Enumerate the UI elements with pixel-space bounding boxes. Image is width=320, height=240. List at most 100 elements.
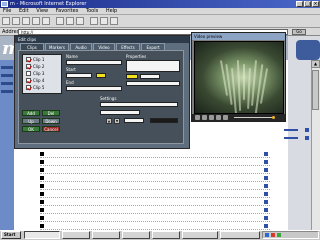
play-icon[interactable] (195, 115, 200, 120)
clip-checkbox[interactable] (26, 85, 31, 90)
up-button[interactable]: Up (22, 118, 40, 124)
clip-checkbox[interactable] (26, 78, 31, 83)
video-frame[interactable] (194, 41, 284, 114)
fast-forward-icon[interactable] (223, 115, 228, 120)
name-label: Name (66, 54, 78, 59)
clip-item[interactable]: Clip 4 (25, 77, 61, 84)
download-icon[interactable] (264, 152, 268, 156)
taskbar-item[interactable] (24, 231, 60, 239)
download-icon[interactable] (264, 208, 268, 212)
properties-extra-field[interactable] (126, 81, 180, 86)
sidebar-banner[interactable] (296, 40, 320, 60)
down-button[interactable]: Down (42, 118, 60, 124)
settings-field-c[interactable] (150, 118, 178, 123)
stepper-down-icon[interactable]: ▼ (114, 118, 120, 124)
menu-edit[interactable]: Edit (19, 8, 29, 14)
bullet-icon (40, 208, 44, 212)
scroll-up-icon[interactable]: ▲ (311, 60, 320, 68)
tab-export[interactable]: Export (141, 43, 165, 50)
nav-item[interactable] (1, 82, 13, 85)
delete-button[interactable]: Del (42, 110, 60, 116)
start-button[interactable]: Start (1, 231, 21, 239)
start-marker[interactable] (96, 73, 106, 78)
video-seek-knob[interactable] (272, 116, 275, 119)
forward-icon[interactable] (12, 17, 20, 25)
close-button[interactable]: × (312, 1, 319, 7)
download-icon[interactable] (264, 216, 268, 220)
refresh-icon[interactable] (32, 17, 40, 25)
taskbar-item[interactable] (62, 231, 90, 239)
antivirus-icon[interactable] (271, 233, 275, 237)
taskbar-item[interactable] (152, 231, 180, 239)
bullet-icon (40, 176, 44, 180)
go-button[interactable]: Go (292, 29, 306, 35)
download-icon[interactable] (264, 184, 268, 188)
menu-tools[interactable]: Tools (86, 8, 98, 14)
clip-item[interactable]: Clip 3 (25, 70, 61, 77)
maximize-button[interactable]: □ (304, 1, 311, 7)
taskbar-item[interactable] (182, 231, 218, 239)
properties-input[interactable] (126, 60, 180, 72)
ok-button[interactable]: OK (22, 126, 40, 132)
download-icon[interactable] (264, 224, 268, 228)
download-icon[interactable] (264, 160, 268, 164)
properties-value-field[interactable] (140, 74, 160, 79)
search-icon[interactable] (56, 17, 64, 25)
tab-video[interactable]: Video (93, 43, 115, 50)
volume-icon[interactable] (277, 233, 281, 237)
menu-view[interactable]: View (36, 8, 48, 14)
pause-icon[interactable] (202, 115, 207, 120)
cancel-button[interactable]: Cancel (42, 126, 60, 132)
download-icon[interactable] (264, 168, 268, 172)
settings-field-a[interactable] (100, 110, 140, 115)
nav-item[interactable] (1, 74, 13, 77)
video-seek-slider[interactable] (234, 117, 274, 118)
rewind-icon[interactable] (216, 115, 221, 120)
stepper-up-icon[interactable]: ▲ (106, 118, 112, 124)
clip-editor-title: Edit clips (15, 36, 189, 43)
nav-item[interactable] (1, 66, 13, 69)
bullet-icon (40, 168, 44, 172)
clip-item[interactable]: Clip 2 (25, 63, 61, 70)
start-input[interactable] (66, 73, 92, 78)
taskbar-item[interactable] (220, 231, 260, 239)
clip-checkbox[interactable] (26, 57, 31, 62)
clip-checkbox[interactable] (26, 64, 31, 69)
taskbar-item[interactable] (92, 231, 120, 239)
download-icon[interactable] (264, 192, 268, 196)
nav-item[interactable] (1, 90, 13, 93)
clip-checkbox[interactable] (26, 71, 31, 76)
favorites-icon[interactable] (66, 17, 74, 25)
properties-marker[interactable] (126, 74, 138, 79)
settings-field-b[interactable] (124, 118, 144, 123)
network-icon[interactable] (265, 233, 269, 237)
add-button[interactable]: Add (22, 110, 40, 116)
stop-icon[interactable] (209, 115, 214, 120)
print-icon[interactable] (100, 17, 108, 25)
end-input[interactable] (66, 86, 122, 91)
left-nav (0, 60, 14, 230)
tab-clips[interactable]: Clips (20, 43, 44, 50)
mail-icon[interactable] (90, 17, 98, 25)
settings-input[interactable] (100, 102, 178, 107)
back-icon[interactable] (2, 17, 10, 25)
menu-file[interactable]: File (3, 8, 11, 14)
edit-icon[interactable] (110, 17, 118, 25)
scroll-thumb[interactable] (312, 70, 319, 110)
tab-markers[interactable]: Markers (45, 43, 69, 50)
video-strand (230, 68, 238, 113)
menu-help[interactable]: Help (106, 8, 117, 14)
taskbar-item[interactable] (122, 231, 150, 239)
download-icon[interactable] (264, 176, 268, 180)
tab-audio[interactable]: Audio (70, 43, 92, 50)
stop-icon[interactable] (22, 17, 30, 25)
name-input[interactable] (66, 60, 122, 65)
clip-item[interactable]: Clip 5 (25, 84, 61, 91)
clip-item[interactable]: Clip 1 (25, 56, 61, 63)
menu-favorites[interactable]: Favorites (56, 8, 79, 14)
download-icon[interactable] (264, 200, 268, 204)
history-icon[interactable] (76, 17, 84, 25)
home-icon[interactable] (42, 17, 50, 25)
tab-effects[interactable]: Effects (116, 43, 140, 50)
minimize-button[interactable]: _ (296, 1, 303, 7)
